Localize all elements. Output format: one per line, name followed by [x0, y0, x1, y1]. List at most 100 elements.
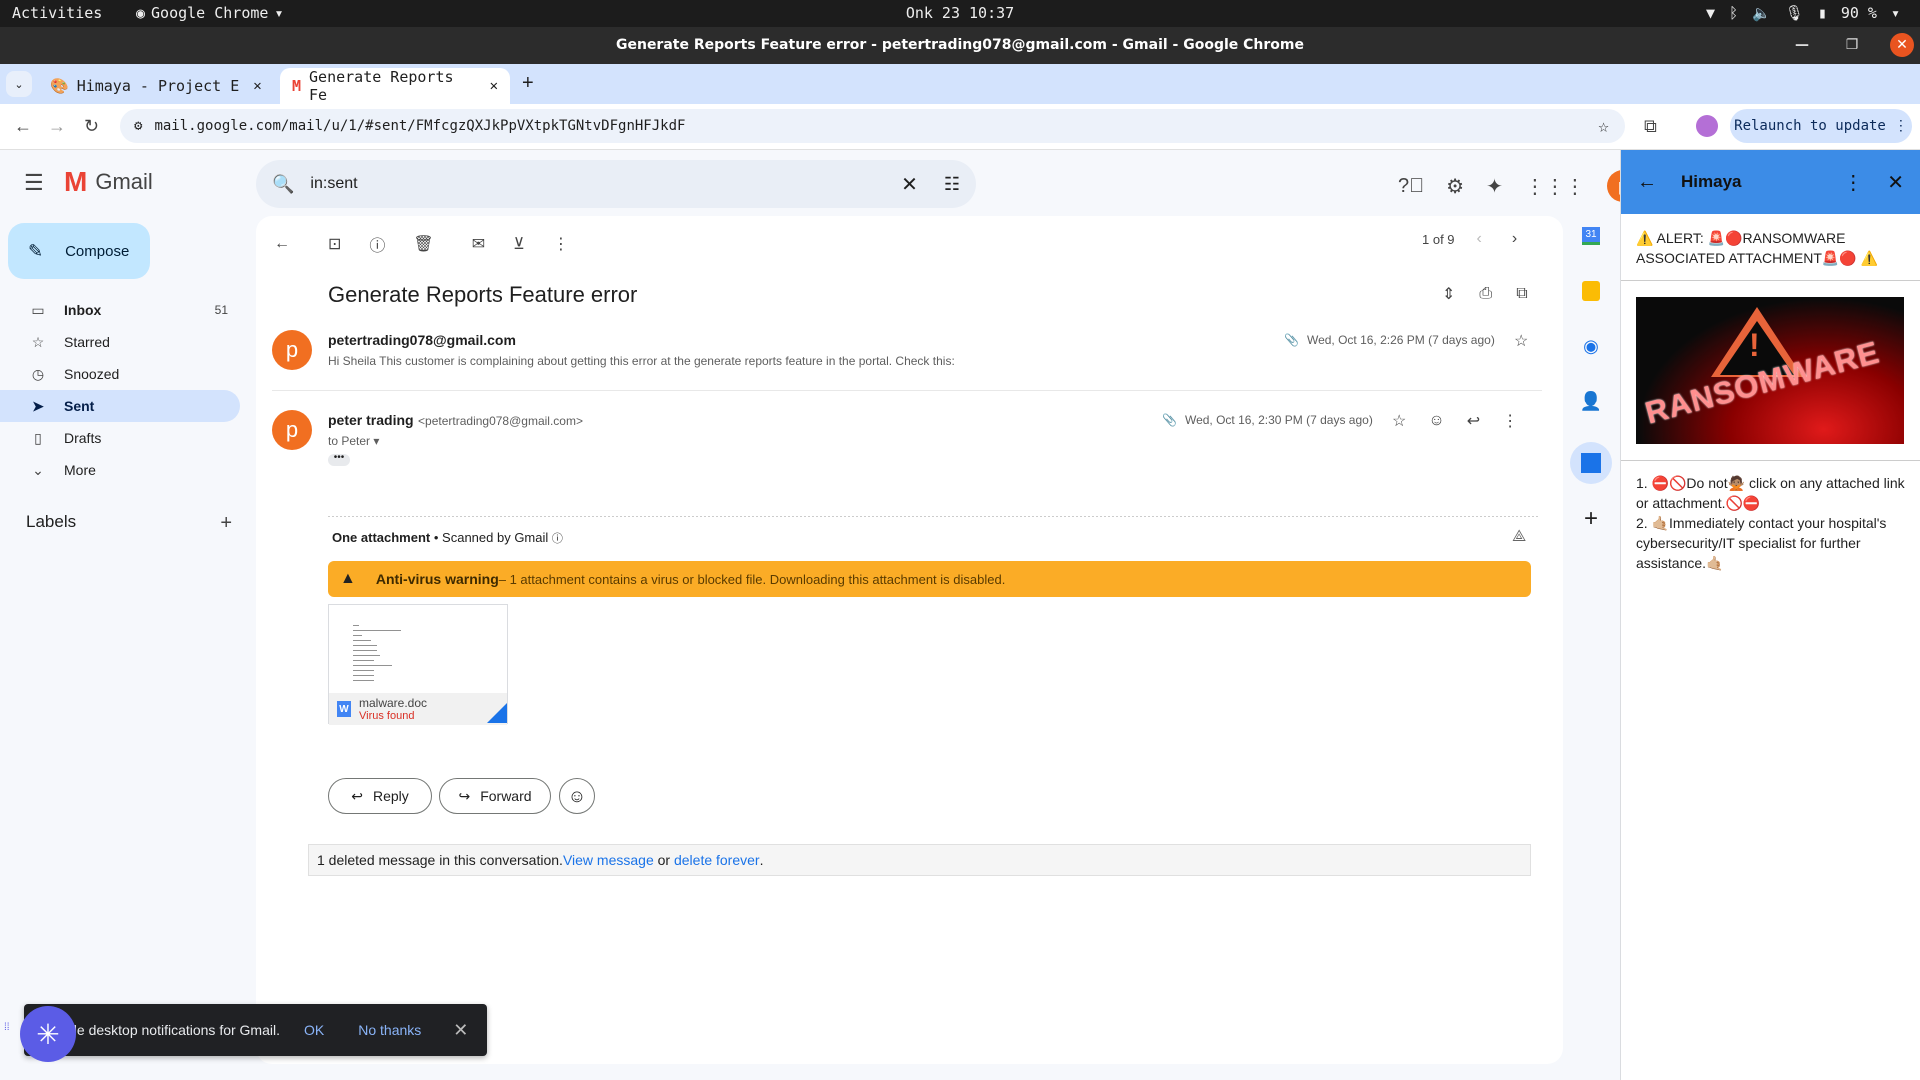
tab-gmail[interactable]: M Generate Reports Fe ✕ [280, 68, 510, 104]
close-tab-icon[interactable]: ✕ [490, 78, 498, 94]
sender-avatar[interactable]: p [272, 330, 312, 370]
get-addons-icon[interactable]: + [1571, 499, 1611, 539]
star-message-icon[interactable]: ☆ [1392, 411, 1406, 431]
snackbar-no-thanks-button[interactable]: No thanks [358, 1022, 421, 1038]
drag-handle-icon[interactable]: ⁞⁞ [4, 1023, 16, 1033]
attachment-status: Virus found [359, 710, 415, 722]
omnibox[interactable]: ⚙ mail.google.com/mail/u/1/#sent/FMfcgzQ… [120, 109, 1625, 143]
new-tab-button[interactable]: + [522, 72, 534, 95]
emoji-reaction-button[interactable]: ☺ [559, 778, 595, 814]
deleted-message-notice: 1 deleted message in this conversation. … [308, 844, 1531, 876]
himaya-addon-icon[interactable] [1570, 442, 1612, 484]
calendar-icon[interactable]: 31 [1571, 216, 1611, 256]
mark-unread-icon[interactable]: ✉ [472, 234, 485, 254]
older-icon[interactable]: › [1512, 230, 1517, 248]
sidebar-item-starred[interactable]: ☆ Starred [0, 326, 240, 358]
sidebar-item-snoozed[interactable]: ◷ Snoozed [0, 358, 240, 390]
minimize-button[interactable]: — [1790, 33, 1814, 57]
close-tab-icon[interactable]: ✕ [253, 78, 261, 94]
message-date: Wed, Oct 16, 2:30 PM (7 days ago) [1184, 413, 1373, 427]
back-icon[interactable]: ← [14, 116, 32, 137]
add-reaction-icon[interactable]: ☺ [1428, 412, 1444, 430]
system-tray[interactable]: ▼ ᛒ 🔈 🎙 ▮ 90 % ▾ [1706, 4, 1900, 22]
forward-button[interactable]: ↪ Forward [439, 778, 551, 814]
attachment-card[interactable]: ▬▬ ▬▬▬▬▬▬▬▬▬▬▬▬▬▬▬▬ ▬▬▬ ▬▬▬▬▬▬ ▬▬▬▬▬▬▬▬ ▬▬▬▬▬… [328, 604, 508, 725]
print-icon[interactable]: ⎙ [1479, 285, 1492, 303]
apps-grid-icon[interactable]: ⋮⋮⋮ [1525, 174, 1585, 199]
back-to-list-icon[interactable]: ← [274, 235, 290, 253]
gemini-sparkle-icon[interactable]: ✦ [1486, 174, 1503, 199]
more-message-options-icon[interactable]: ⋮ [1502, 411, 1518, 431]
tab-label: Generate Reports Fe [309, 68, 454, 104]
clock[interactable]: Onk 23 10:37 [0, 4, 1920, 22]
reply-button[interactable]: ↩ Reply [328, 778, 432, 814]
help-icon[interactable]: ?⃝ [1398, 175, 1424, 198]
add-label-icon[interactable]: + [220, 512, 232, 535]
snackbar-ok-button[interactable]: OK [304, 1022, 324, 1038]
tab-search-button[interactable]: ⌄ [6, 71, 32, 97]
tasks-icon[interactable]: ◉ [1571, 326, 1611, 366]
search-input[interactable]: in:sent [310, 175, 901, 193]
reply-icon[interactable]: ↩ [1467, 411, 1480, 431]
attachment-clip-icon: 📎 [1284, 333, 1299, 347]
main-menu-icon[interactable]: ☰ [24, 170, 44, 196]
report-spam-icon[interactable]: ⓘ [369, 232, 385, 256]
sidebar-item-sent[interactable]: ➤ Sent [0, 390, 240, 422]
relaunch-button[interactable]: Relaunch to update ⋮ [1730, 109, 1912, 143]
search-options-icon[interactable]: ☷ [944, 174, 960, 195]
keep-icon[interactable] [1571, 271, 1611, 311]
newer-icon[interactable]: ‹ [1477, 230, 1482, 248]
more-options-icon[interactable]: ⋮ [553, 234, 569, 254]
attachment-file-name: malware.doc [359, 696, 428, 710]
delete-forever-link[interactable]: delete forever [674, 852, 760, 868]
snackbar-text: ble desktop notifications for Gmail. [66, 1022, 280, 1038]
assistant-fab-button[interactable]: ✳ [20, 1006, 76, 1062]
or-text: or [653, 852, 674, 868]
move-to-icon[interactable]: ⊻ [513, 234, 525, 254]
gmail-logo[interactable]: M Gmail [64, 166, 153, 198]
site-info-icon[interactable]: ⚙ [134, 118, 142, 134]
message-snippet[interactable]: Hi Sheila This customer is complaining a… [328, 354, 955, 368]
compose-button[interactable]: ✎ Compose [8, 223, 150, 279]
bookmark-star-icon[interactable]: ☆ [1598, 116, 1609, 137]
add-to-drive-icon[interactable]: ⟁ [1512, 528, 1526, 546]
sidebar-item-drafts[interactable]: ▯ Drafts [0, 422, 240, 454]
sender-avatar[interactable]: p [272, 410, 312, 450]
star-message-icon[interactable]: ☆ [1514, 331, 1528, 351]
extensions-icon[interactable]: ⧉ [1644, 116, 1657, 137]
chevron-down-icon: ⌄ [32, 461, 44, 478]
asterisk-icon: ✳ [36, 1018, 60, 1050]
panel-more-icon[interactable]: ⋮ [1843, 170, 1863, 195]
view-message-link[interactable]: View message [563, 852, 654, 868]
open-new-window-icon[interactable]: ⧉ [1516, 285, 1527, 303]
sidebar-item-inbox[interactable]: ▭ Inbox 51 [0, 294, 240, 326]
archive-icon[interactable]: ⊡ [328, 234, 341, 254]
message-sender[interactable]: petertrading078@gmail.com [328, 332, 516, 348]
maximize-button[interactable]: ❐ [1840, 33, 1864, 57]
delete-icon[interactable]: 🗑 [413, 234, 433, 254]
show-trimmed-content-button[interactable]: ••• [328, 453, 350, 466]
reload-icon[interactable]: ↻ [84, 116, 99, 137]
search-icon[interactable]: 🔍 [272, 174, 294, 195]
gmail-m-icon: M [64, 166, 88, 197]
expand-all-icon[interactable]: ⇕ [1442, 284, 1455, 304]
sidebar-item-more[interactable]: ⌄ More [0, 454, 240, 486]
thread-toolbar: ← ⊡ ⓘ 🗑 ✉ ⊻ ⋮ [274, 232, 569, 256]
forward-icon[interactable]: → [48, 116, 66, 137]
reply-label: Reply [372, 788, 409, 804]
contacts-icon[interactable]: 👤 [1571, 381, 1611, 421]
profile-avatar[interactable] [1696, 115, 1718, 137]
recipients-toggle[interactable]: to Peter ▾ [328, 434, 379, 448]
clear-search-icon[interactable]: ✕ [901, 172, 918, 197]
url-text[interactable]: mail.google.com/mail/u/1/#sent/FMfcgzQXJ… [154, 118, 685, 134]
snackbar-close-icon[interactable]: ✕ [453, 1020, 468, 1041]
settings-gear-icon[interactable]: ⚙ [1446, 174, 1464, 199]
tab-himaya[interactable]: 🎨 Himaya - Project E ✕ [38, 68, 274, 104]
panel-close-icon[interactable]: ✕ [1887, 170, 1904, 195]
search-bar[interactable]: 🔍 in:sent ✕ ☷ [256, 160, 976, 208]
panel-back-icon[interactable]: ← [1637, 171, 1657, 194]
info-icon[interactable]: ⓘ [552, 533, 563, 545]
close-window-button[interactable]: ✕ [1890, 33, 1914, 57]
sender-name[interactable]: peter trading [328, 412, 414, 428]
attachment-preview: ▬▬ ▬▬▬▬▬▬▬▬▬▬▬▬▬▬▬▬ ▬▬▬ ▬▬▬▬▬▬ ▬▬▬▬▬▬▬▬ ▬▬▬▬▬… [353, 623, 401, 682]
